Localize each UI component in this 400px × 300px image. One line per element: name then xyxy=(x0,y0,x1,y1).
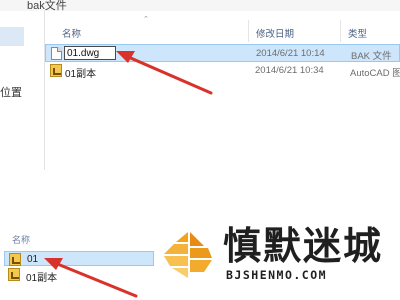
autocad-file-icon xyxy=(50,64,62,77)
file-date: 2014/6/21 10:14 xyxy=(256,48,325,59)
column-divider[interactable] xyxy=(248,20,249,42)
column-header: 名称 修改日期 类型 xyxy=(45,20,400,42)
file-name: 01副本 xyxy=(65,69,97,80)
file-name: 01副本 xyxy=(26,273,58,284)
file-name: 01 xyxy=(27,254,39,265)
file-row[interactable]: 01副本 xyxy=(4,267,154,284)
column-name[interactable]: 名称 xyxy=(62,26,81,40)
watermark-url: BJSHENMO.COM xyxy=(226,268,328,282)
file-icon xyxy=(51,47,62,60)
column-name[interactable]: 名称 xyxy=(12,233,30,246)
file-date: 2014/6/21 10:34 xyxy=(255,65,324,76)
file-type: AutoCAD 图 xyxy=(350,68,400,79)
nav-item-location[interactable]: 位置 xyxy=(0,84,22,100)
autocad-file-icon xyxy=(9,253,21,266)
watermark-logo xyxy=(164,232,212,278)
nav-selected-item[interactable] xyxy=(0,27,24,46)
file-row[interactable]: 01副本 2014/6/21 10:34 AutoCAD 图 xyxy=(45,62,400,80)
file-type: BAK 文件 xyxy=(351,51,392,62)
column-type[interactable]: 类型 xyxy=(348,26,367,40)
sort-indicator-icon: ⌃ xyxy=(143,16,149,23)
file-row[interactable]: 01 xyxy=(4,251,154,266)
column-divider[interactable] xyxy=(340,20,341,42)
rename-input[interactable] xyxy=(64,46,116,60)
autocad-file-icon xyxy=(8,268,20,281)
column-date[interactable]: 修改日期 xyxy=(256,26,294,40)
file-row[interactable]: 2014/6/21 10:14 BAK 文件 xyxy=(45,44,400,62)
watermark-title: 慎默迷城 xyxy=(223,224,384,268)
